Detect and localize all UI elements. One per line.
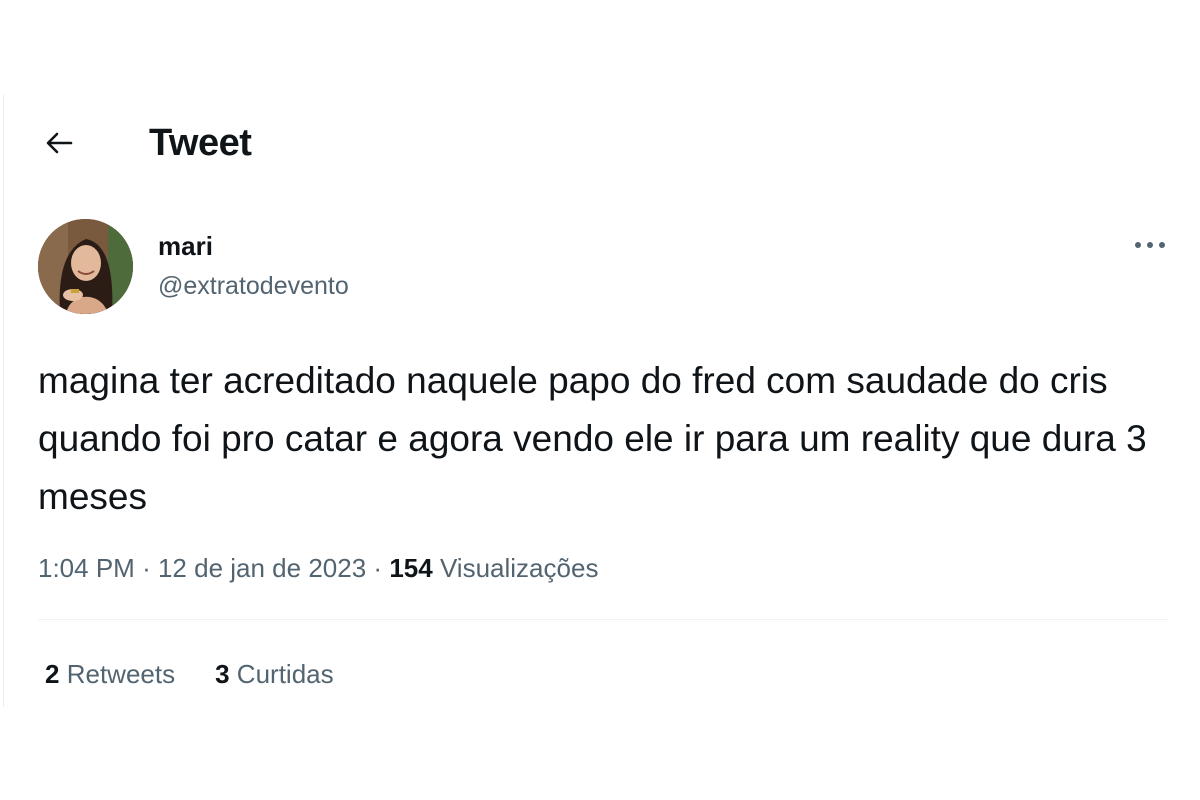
views-count: 154: [389, 553, 433, 583]
avatar[interactable]: [38, 219, 133, 314]
retweets-stat[interactable]: 2 Retweets: [45, 657, 175, 691]
tweet-page: Tweet mari @extratodevento magina ter ac…: [0, 0, 1200, 800]
tweet-text: magina ter acreditado naquele papo do fr…: [38, 360, 1147, 517]
meta-separator: ·: [142, 553, 151, 583]
author-display-name[interactable]: mari: [158, 230, 213, 262]
more-options-button[interactable]: [1130, 232, 1170, 258]
back-button[interactable]: [40, 124, 78, 162]
tweet-date[interactable]: 12 de jan de 2023: [158, 553, 366, 583]
likes-count: 3: [215, 659, 230, 689]
retweets-label: Retweets: [66, 659, 176, 689]
likes-stat[interactable]: 3 Curtidas: [215, 657, 334, 691]
engagement-stats: 2 Retweets 3 Curtidas: [45, 657, 334, 691]
more-horizontal-icon: [1135, 242, 1165, 248]
author-handle[interactable]: @extratodevento: [158, 270, 349, 302]
likes-label: Curtidas: [236, 659, 334, 689]
retweets-count: 2: [45, 659, 60, 689]
page-title: Tweet: [149, 122, 252, 164]
views-label: Visualizações: [439, 553, 599, 583]
meta-separator: ·: [373, 553, 383, 583]
column-border: [3, 95, 4, 707]
tweet-meta: 1:04 PM · 12 de jan de 2023 · 154 Visual…: [38, 551, 598, 585]
arrow-left-icon: [46, 132, 73, 154]
avatar-photo: [38, 219, 133, 314]
divider: [38, 619, 1168, 620]
tweet-time[interactable]: 1:04 PM: [38, 553, 135, 583]
